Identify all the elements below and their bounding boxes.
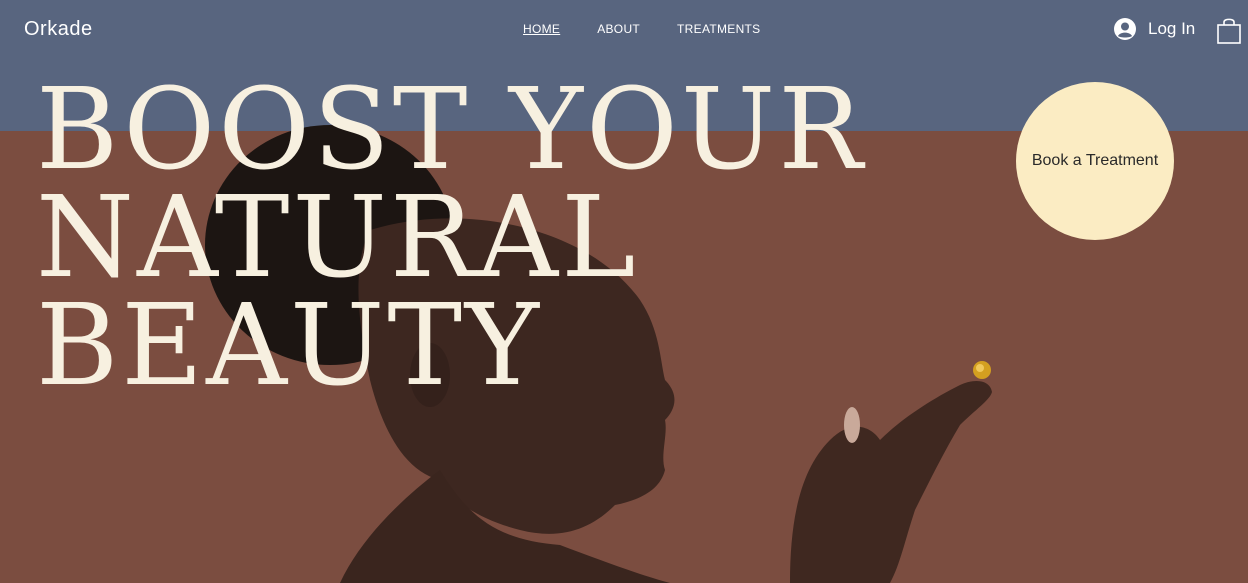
shopping-bag-icon[interactable]	[1216, 17, 1242, 45]
nav-treatments[interactable]: TREATMENTS	[677, 22, 760, 36]
user-icon	[1114, 18, 1136, 40]
headline-line-3: BEAUTY	[36, 281, 542, 411]
site-header: Orkade HOME ABOUT TREATMENTS Log In	[0, 0, 1248, 62]
nav-about[interactable]: ABOUT	[597, 22, 640, 36]
nav-home[interactable]: HOME	[523, 22, 560, 36]
hero-headline: BOOST YOUR NATURAL BEAUTY	[36, 65, 866, 411]
login-label: Log In	[1148, 19, 1196, 38]
book-treatment-button[interactable]: Book a Treatment	[1016, 82, 1174, 240]
login-button[interactable]: Log In	[1114, 18, 1195, 40]
headline-line-1: BOOST YOUR	[36, 65, 866, 195]
main-nav: HOME ABOUT TREATMENTS	[523, 22, 761, 36]
headline-line-2: NATURAL	[36, 173, 639, 303]
brand-logo[interactable]: Orkade	[24, 18, 93, 41]
